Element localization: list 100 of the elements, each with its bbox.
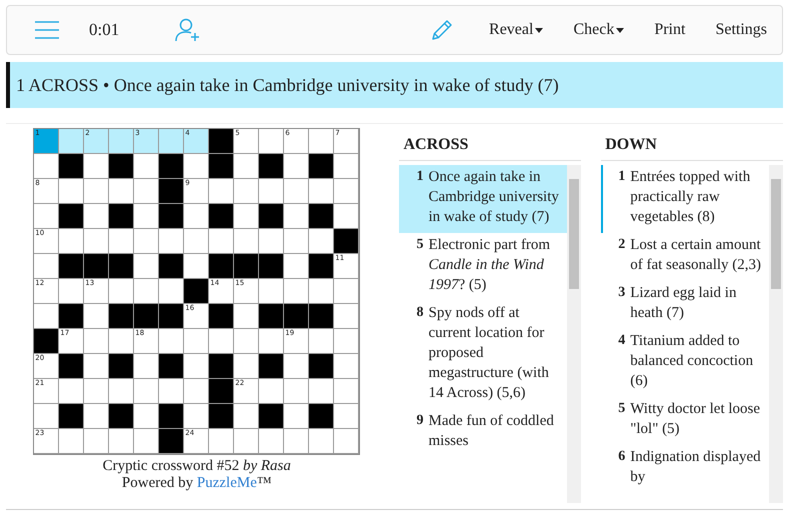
grid-square[interactable] [109, 379, 134, 404]
grid-square[interactable] [184, 204, 210, 229]
clue-item[interactable]: 1 Once again take in Cambridge university in wake of study (7) [399, 165, 568, 233]
grid-square[interactable] [234, 204, 260, 229]
grid-square[interactable] [334, 429, 360, 454]
grid-square[interactable] [334, 354, 360, 379]
grid-square[interactable] [84, 429, 110, 454]
puzzleme-link[interactable]: PuzzleMe [196, 475, 257, 492]
grid-square[interactable] [34, 304, 60, 329]
scrollbar[interactable] [567, 165, 582, 503]
grid-square[interactable] [284, 354, 310, 379]
grid-square[interactable] [34, 204, 60, 229]
grid-square[interactable] [109, 129, 134, 154]
grid-square[interactable] [84, 229, 110, 254]
grid-square[interactable] [184, 229, 210, 254]
grid-square[interactable] [109, 329, 134, 354]
grid-square[interactable] [59, 279, 84, 304]
grid-square[interactable] [59, 379, 84, 404]
grid-square[interactable] [159, 379, 184, 404]
dropdown-menu-button[interactable]: Reveal [474, 17, 558, 43]
grid-square[interactable] [209, 429, 234, 454]
grid-square[interactable] [284, 254, 310, 279]
grid-square[interactable] [259, 279, 284, 304]
grid-square[interactable] [334, 179, 360, 204]
grid-square[interactable] [284, 229, 310, 254]
grid-square[interactable] [209, 329, 234, 354]
grid-square[interactable] [259, 379, 284, 404]
grid-square[interactable] [159, 279, 184, 304]
grid-square[interactable] [284, 279, 310, 304]
grid-square[interactable] [234, 179, 260, 204]
grid-square[interactable] [184, 354, 210, 379]
grid-square[interactable] [284, 204, 310, 229]
grid-square[interactable] [334, 279, 360, 304]
grid-square[interactable] [309, 229, 334, 254]
toolbar-button[interactable]: Settings [700, 17, 782, 43]
grid-square[interactable] [334, 154, 360, 179]
grid-square[interactable] [84, 329, 110, 354]
grid-square[interactable] [84, 379, 110, 404]
grid-square[interactable] [134, 154, 160, 179]
grid-square[interactable] [259, 329, 284, 354]
grid-square[interactable] [134, 404, 160, 429]
clue-item[interactable]: 8 Spy nods off at current location for proposed megastructure (with 14 Across) (5,6) [399, 301, 568, 409]
grid-square[interactable] [59, 429, 84, 454]
grid-square[interactable] [109, 429, 134, 454]
grid-square[interactable] [84, 154, 110, 179]
clue-item[interactable]: 3 Lizard egg laid in heath (7) [601, 281, 769, 329]
grid-square[interactable] [234, 304, 260, 329]
grid-square[interactable] [84, 179, 110, 204]
pencil-icon[interactable] [430, 18, 454, 42]
dropdown-menu-button[interactable]: Check [558, 17, 640, 43]
grid-square[interactable] [159, 129, 184, 154]
grid-square[interactable] [184, 154, 210, 179]
grid-square[interactable] [234, 154, 260, 179]
add-person-icon[interactable] [175, 18, 202, 42]
grid-square[interactable] [184, 254, 210, 279]
grid-square[interactable] [84, 354, 110, 379]
grid-square[interactable] [234, 329, 260, 354]
grid-square[interactable] [259, 129, 284, 154]
grid-square[interactable] [284, 154, 310, 179]
grid-square[interactable] [159, 329, 184, 354]
grid-square[interactable] [234, 354, 260, 379]
grid-square[interactable] [134, 254, 160, 279]
grid-square[interactable] [309, 379, 334, 404]
grid-square[interactable] [59, 129, 84, 154]
grid-square[interactable] [59, 179, 84, 204]
grid-square[interactable] [259, 429, 284, 454]
grid-square[interactable] [284, 429, 310, 454]
menu-icon[interactable] [35, 21, 59, 39]
grid-square[interactable] [259, 229, 284, 254]
grid-square[interactable] [134, 379, 160, 404]
grid-square[interactable] [184, 379, 210, 404]
clue-item[interactable]: 4 Titanium added to balanced concoction (6) [601, 329, 769, 397]
grid-square[interactable] [34, 154, 60, 179]
grid-square[interactable] [184, 329, 210, 354]
clue-item[interactable]: 5 Electronic part from Candle in the Wind 1997? (5) [399, 233, 568, 301]
grid-square[interactable] [334, 329, 360, 354]
grid-square[interactable] [134, 279, 160, 304]
grid-square[interactable] [284, 179, 310, 204]
grid-square[interactable] [84, 304, 110, 329]
grid-square[interactable] [34, 404, 60, 429]
grid-square[interactable] [309, 329, 334, 354]
grid-square[interactable] [309, 279, 334, 304]
grid-square[interactable] [109, 179, 134, 204]
grid-square[interactable] [334, 204, 360, 229]
grid-square[interactable] [84, 204, 110, 229]
grid-square[interactable] [134, 179, 160, 204]
grid-square[interactable] [134, 229, 160, 254]
grid-square[interactable] [284, 404, 310, 429]
scrollbar[interactable] [768, 165, 783, 503]
grid-square[interactable] [134, 204, 160, 229]
grid-square[interactable] [234, 404, 260, 429]
grid-square[interactable] [309, 429, 334, 454]
grid-square[interactable] [159, 229, 184, 254]
grid-square[interactable] [84, 404, 110, 429]
grid-square[interactable] [234, 429, 260, 454]
clue-item[interactable]: 1 Entrées topped with practically raw vegetables (8) [601, 165, 769, 233]
grid-square[interactable] [334, 404, 360, 429]
grid-square[interactable] [309, 129, 334, 154]
grid-square[interactable] [309, 179, 334, 204]
grid-square[interactable] [334, 379, 360, 404]
